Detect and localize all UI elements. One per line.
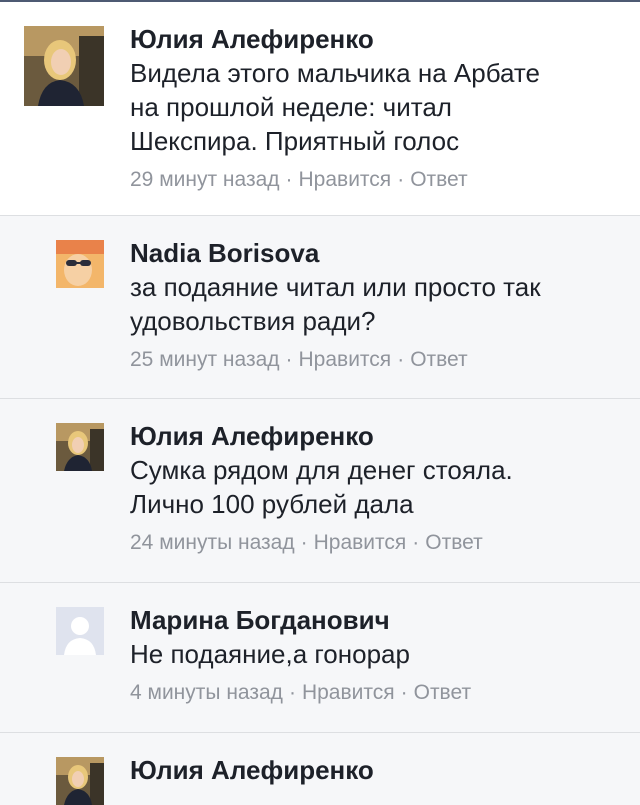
reply-link[interactable]: Ответ bbox=[410, 348, 467, 371]
avatar-placeholder-silhouette bbox=[56, 607, 104, 655]
avatar[interactable] bbox=[56, 240, 104, 288]
comment-text: Видела этого мальчика на Арбате на прошл… bbox=[130, 56, 620, 158]
comment-author[interactable]: Юлия Алефиренко bbox=[130, 419, 620, 453]
meta-separator: · bbox=[397, 348, 405, 371]
comment-text-line: Шекспира. Приятный голос bbox=[130, 126, 460, 156]
like-link[interactable]: Нравится bbox=[314, 531, 407, 554]
comment-meta: 29 минут назад · Нравится · Ответ bbox=[130, 166, 620, 194]
comment-text-line: Видела этого мальчика на Арбате bbox=[130, 58, 540, 88]
like-link[interactable]: Нравится bbox=[299, 348, 392, 371]
comment-text-line: Сумка рядом для денег стояла. bbox=[130, 455, 513, 485]
reply-link[interactable]: Ответ bbox=[410, 168, 467, 191]
avatar[interactable] bbox=[56, 757, 104, 805]
meta-separator: · bbox=[300, 531, 308, 554]
comment-author[interactable]: Юлия Алефиренко bbox=[130, 22, 620, 56]
comment-text-line: за подаяние читал или просто так bbox=[130, 272, 541, 302]
meta-separator: · bbox=[288, 681, 296, 704]
avatar-photo-woman-blonde bbox=[24, 26, 104, 106]
comment-item: Юлия Алефиренко Видела этого мальчика на… bbox=[0, 2, 640, 216]
comment-author[interactable]: Nadia Borisova bbox=[130, 236, 620, 270]
comment-author[interactable]: Юлия Алефиренко bbox=[130, 753, 620, 787]
comment-item: Nadia Borisova за подаяние читал или про… bbox=[0, 216, 640, 399]
meta-separator: · bbox=[285, 168, 293, 191]
comment-text: Не подаяние,а гонорар bbox=[130, 637, 620, 671]
comment-timestamp[interactable]: 24 минуты назад bbox=[130, 531, 295, 554]
comment-meta: 25 минут назад · Нравится · Ответ bbox=[130, 346, 620, 374]
comment-author[interactable]: Марина Богданович bbox=[130, 603, 620, 637]
reply-link[interactable]: Ответ bbox=[425, 531, 482, 554]
comment-meta: 4 минуты назад · Нравится · Ответ bbox=[130, 679, 620, 707]
like-link[interactable]: Нравится bbox=[302, 681, 395, 704]
avatar[interactable] bbox=[24, 26, 104, 106]
comment-item: Марина Богданович Не подаяние,а гонорар … bbox=[0, 583, 640, 733]
comment-text-line: Лично 100 рублей дала bbox=[130, 489, 414, 519]
meta-separator: · bbox=[412, 531, 420, 554]
comment-timestamp[interactable]: 29 минут назад bbox=[130, 168, 280, 191]
meta-separator: · bbox=[397, 168, 405, 191]
avatar-photo-woman-blonde bbox=[56, 423, 104, 471]
like-link[interactable]: Нравится bbox=[299, 168, 392, 191]
comment-item: Юлия Алефиренко Сумка рядом для денег ст… bbox=[0, 399, 640, 583]
meta-separator: · bbox=[285, 348, 293, 371]
comment-text-line: на прошлой неделе: читал bbox=[130, 92, 452, 122]
comment-item: Юлия Алефиренко bbox=[0, 733, 640, 805]
comment-text: за подаяние читал или просто так удоволь… bbox=[130, 270, 620, 338]
comment-timestamp[interactable]: 4 минуты назад bbox=[130, 681, 283, 704]
avatar-photo-woman-blonde bbox=[56, 757, 104, 805]
comment-text-line: Не подаяние,а гонорар bbox=[130, 639, 410, 669]
comment-text-line: удовольствия ради? bbox=[130, 306, 376, 336]
avatar-photo-woman-sunglasses bbox=[56, 240, 104, 288]
meta-separator: · bbox=[400, 681, 408, 704]
comment-timestamp[interactable]: 25 минут назад bbox=[130, 348, 280, 371]
comment-text: Сумка рядом для денег стояла. Лично 100 … bbox=[130, 453, 620, 521]
reply-link[interactable]: Ответ bbox=[414, 681, 471, 704]
comment-meta: 24 минуты назад · Нравится · Ответ bbox=[130, 529, 620, 557]
avatar[interactable] bbox=[56, 423, 104, 471]
avatar[interactable] bbox=[56, 607, 104, 655]
